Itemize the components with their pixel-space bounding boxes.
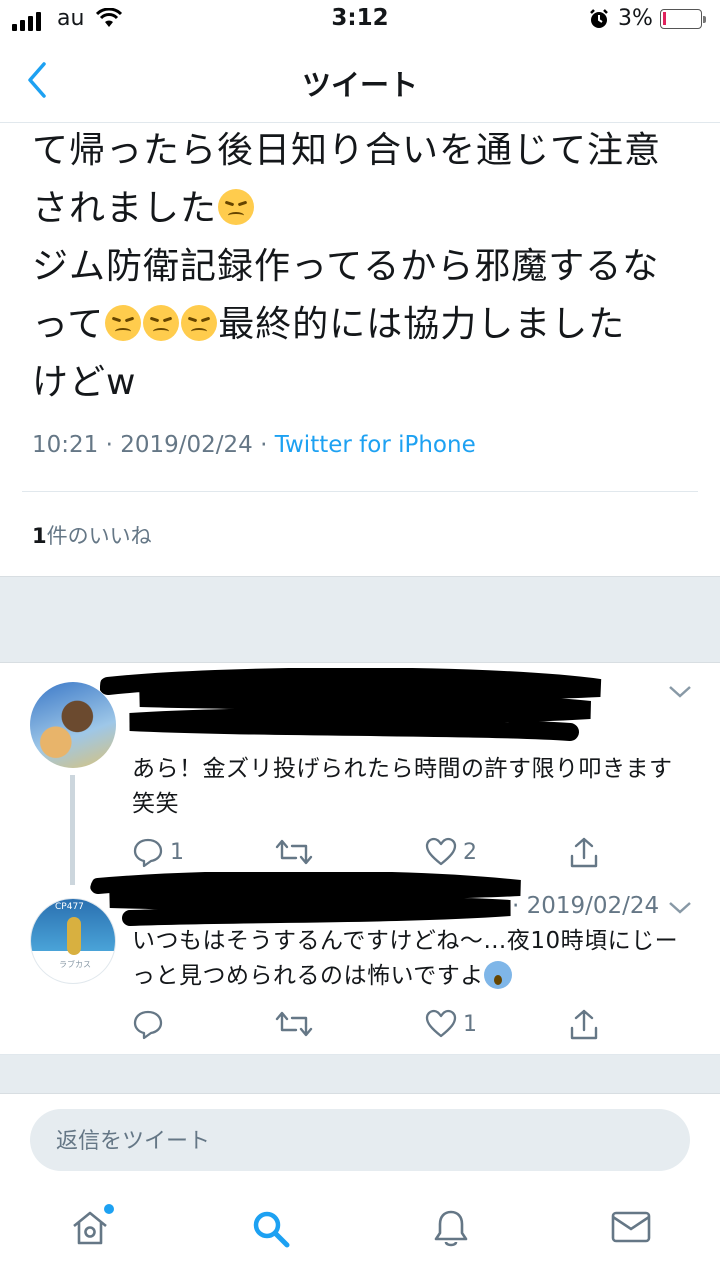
- likes-summary[interactable]: 1件のいいね: [32, 520, 152, 550]
- disappointed-face-emoji-icon: [105, 305, 142, 341]
- disappointed-face-emoji-icon: [218, 189, 255, 225]
- reply-icon: [133, 1010, 163, 1040]
- tweet-body: て帰ったら後日知り合いを通じて注意 されました ジム防衛記録作ってるから邪魔する…: [32, 122, 702, 412]
- home-icon: [73, 1211, 107, 1245]
- likes-count: 1: [32, 524, 47, 548]
- retweet-button[interactable]: [274, 836, 320, 868]
- heart-icon: [425, 837, 457, 866]
- face-screaming-emoji-icon: [483, 961, 512, 989]
- tweet-line: 最終的には協力しました: [218, 304, 626, 345]
- notifications-icon: [434, 1210, 468, 1247]
- reply-text: いつもはそうするんですけどね〜…夜10時頃にじー っと見つめられるのは怖いですよ: [132, 924, 692, 994]
- status-bar: au 3:12 3%: [0, 0, 720, 42]
- section-gap: [0, 1055, 720, 1094]
- tweet-line: て帰ったら後日知り合いを通じて注意: [32, 130, 662, 171]
- reply-count: 1: [170, 839, 184, 865]
- tab-bar: [0, 1190, 720, 1280]
- avatar-name-text: ラブカス: [59, 960, 91, 969]
- notification-dot: [104, 1204, 114, 1214]
- alarm-icon: [588, 8, 610, 34]
- divider: [22, 491, 698, 492]
- messages-icon: [611, 1211, 651, 1243]
- tab-messages[interactable]: [610, 1208, 652, 1250]
- clock: 3:12: [331, 5, 389, 31]
- share-button[interactable]: [568, 1008, 600, 1042]
- reply-line: いつもはそうするんですけどね〜…夜10時頃にじー: [132, 928, 679, 954]
- tweet-line: って: [32, 304, 105, 345]
- tweet-line: けどw: [32, 362, 137, 403]
- like-count: 1: [463, 1011, 477, 1037]
- avatar-cp-text: CP477: [55, 902, 84, 912]
- section-gap: [0, 576, 720, 663]
- reply-actions: 1: [132, 1008, 632, 1048]
- reply-text: あら！金ズリ投げられたら時間の許す限り叩きます 笑笑: [132, 752, 692, 822]
- battery-percent: 3%: [618, 6, 653, 31]
- page-title: ツイート: [301, 68, 418, 102]
- tab-notifications[interactable]: [431, 1208, 471, 1254]
- reply-button[interactable]: 1: [132, 836, 184, 868]
- likes-label: 件のいいね: [46, 524, 152, 548]
- retweet-icon: [275, 839, 313, 865]
- tab-home[interactable]: [70, 1204, 114, 1252]
- tweet-line: ジム防衛記録作ってるから邪魔するな: [32, 246, 660, 287]
- chevron-down-icon[interactable]: [668, 900, 692, 919]
- tweet-source-link[interactable]: Twitter for iPhone: [275, 432, 476, 458]
- heart-icon: [425, 1009, 457, 1038]
- tweet-date: 2019/02/24: [120, 432, 253, 458]
- thread-connector-line: [70, 775, 75, 885]
- reply-icon: [133, 838, 163, 868]
- reply-composer[interactable]: [30, 1109, 690, 1173]
- reply-line: あら！金ズリ投げられたら時間の許す限り叩きます: [132, 756, 673, 782]
- redaction-scribble: [90, 872, 521, 926]
- tweet-time: 10:21: [32, 432, 99, 458]
- share-icon: [570, 1009, 598, 1040]
- reply-line: っと見つめられるのは怖いですよ: [132, 963, 484, 989]
- reply-date: · 2019/02/24: [512, 893, 660, 919]
- nav-bar: ツイート: [0, 42, 720, 123]
- retweet-button[interactable]: [274, 1008, 320, 1040]
- tab-search[interactable]: [250, 1208, 292, 1254]
- tweet-meta: 10:21 · 2019/02/24 · Twitter for iPhone: [32, 432, 476, 458]
- meta-separator: ·: [105, 432, 113, 458]
- disappointed-face-emoji-icon: [181, 305, 218, 341]
- redaction-scribble: [100, 668, 602, 741]
- like-button[interactable]: 2: [425, 836, 477, 868]
- battery-icon: [660, 9, 706, 29]
- tweet-line: されました: [32, 188, 218, 229]
- search-icon: [253, 1211, 290, 1248]
- chevron-down-icon[interactable]: [668, 684, 692, 703]
- retweet-icon: [275, 1011, 313, 1037]
- meta-separator: ·: [260, 432, 268, 458]
- share-icon: [570, 837, 598, 868]
- reply-line: 笑笑: [132, 791, 179, 817]
- disappointed-face-emoji-icon: [143, 305, 180, 341]
- like-count: 2: [463, 839, 477, 865]
- share-button[interactable]: [568, 836, 600, 870]
- reply-input[interactable]: [54, 1109, 658, 1173]
- reply-actions: 1 2: [132, 836, 632, 876]
- reply-button[interactable]: [132, 1008, 170, 1040]
- like-button[interactable]: 1: [425, 1008, 477, 1040]
